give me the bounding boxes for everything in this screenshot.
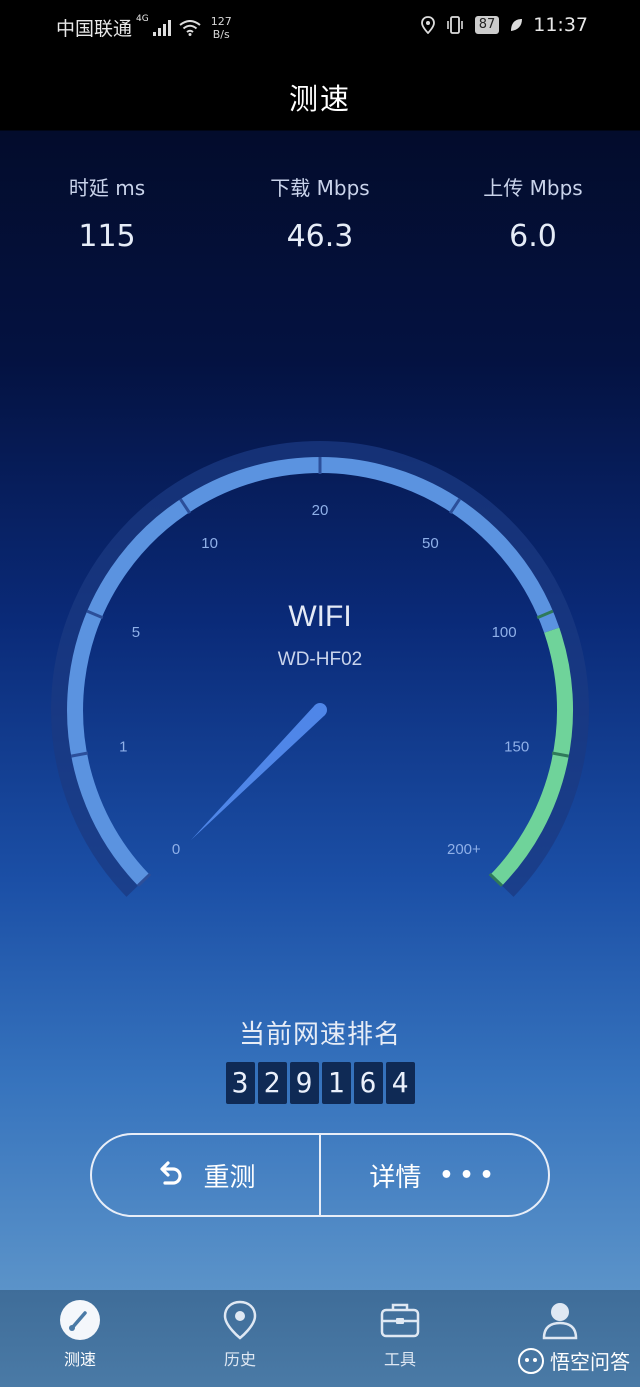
nav-label-speedtest: 测速 (63, 1350, 96, 1369)
gauge-tick-label: 20 (312, 502, 329, 519)
gauge-tick-label: 1 (119, 738, 127, 755)
rank-digit: 3 (225, 1062, 255, 1104)
signal-icon (152, 19, 171, 36)
rank-digit: 4 (385, 1062, 415, 1104)
status-bar: 中国联通 4G 127 B/s 87 11:37 (0, 0, 640, 56)
toolbox-icon (380, 1303, 420, 1338)
network-type: 4G (136, 14, 149, 24)
speed-metrics: 时延 ms 115 下载 Mbps 46.3 上传 Mbps 6.0 (0, 172, 640, 272)
net-speed-unit: B/s (212, 27, 230, 41)
latency-value: 115 (78, 219, 136, 254)
details-label: 详情 (369, 1162, 422, 1193)
gauge-tick-label: 10 (201, 535, 218, 552)
undo-arrow-icon (160, 1161, 183, 1185)
status-left: 中国联通 4G 127 B/s (56, 14, 232, 41)
speed-gauge: 0 1 5 10 20 50 100 150 200+ WIFI WD-HF02 (51, 441, 589, 897)
nav-label-tools: 工具 (383, 1350, 416, 1369)
status-right: 87 11:37 (420, 14, 588, 36)
ssid-label: WD-HF02 (278, 649, 362, 670)
rank-title: 当前网速排名 (238, 1020, 401, 1050)
upload-label: 上传 Mbps (483, 176, 583, 200)
nav-item-speedtest[interactable]: 测速 (25, 1298, 135, 1370)
gauge-tick-label: 0 (172, 841, 180, 858)
gauge-arc-blue (67, 457, 560, 886)
wifi-icon (179, 19, 201, 36)
download-value: 46.3 (286, 219, 354, 254)
upload-value: 6.0 (509, 219, 557, 254)
nav-item-profile[interactable] (505, 1298, 615, 1346)
latency-label: 时延 ms (68, 176, 146, 200)
gauge-tick-label: 150 (504, 738, 529, 755)
network-type-label: WIFI (288, 600, 351, 633)
latency-metric: 时延 ms 115 (27, 172, 187, 254)
rank-digits: 3 2 9 1 6 4 (0, 1062, 640, 1104)
more-dots-icon: ••• (439, 1162, 500, 1188)
rank-digit: 1 (321, 1062, 351, 1104)
carrier-name: 中国联通 (56, 18, 133, 40)
upload-metric: 上传 Mbps 6.0 (453, 172, 613, 254)
wukong-logo-icon (518, 1347, 544, 1374)
details-button[interactable]: 详情 ••• (321, 1135, 548, 1215)
gauge-tick-label: 200+ (447, 841, 481, 858)
rank-digit: 6 (353, 1062, 383, 1104)
battery-icon: 87 (474, 16, 500, 34)
speedometer-icon (60, 1300, 100, 1340)
action-button-group: 重测 详情 ••• (90, 1133, 550, 1217)
clock: 11:37 (533, 14, 588, 36)
gauge-tick-label: 100 (492, 624, 517, 641)
location-icon (420, 16, 435, 34)
download-label: 下载 Mbps (270, 176, 370, 200)
watermark: 悟空问答 (518, 1346, 630, 1375)
rank-digit: 9 (289, 1062, 319, 1104)
location-pin-icon (223, 1300, 257, 1340)
nav-item-tools[interactable]: 工具 (345, 1298, 455, 1370)
page-title: 测速 (288, 82, 351, 116)
needle-tip (313, 703, 327, 717)
gauge-tick-label: 5 (132, 624, 140, 641)
watermark-text: 悟空问答 (550, 1350, 630, 1374)
vibrate-icon (446, 16, 463, 34)
rank-digit: 2 (257, 1062, 287, 1104)
leaf-icon (511, 19, 523, 31)
net-speed-value: 127 (210, 14, 232, 28)
user-icon (542, 1303, 578, 1340)
gauge-needle (191, 705, 325, 840)
nav-item-history[interactable]: 历史 (185, 1298, 295, 1370)
gauge-tick-labels: 0 1 5 10 20 50 100 150 200+ (119, 502, 529, 858)
retest-button[interactable]: 重测 (92, 1135, 319, 1215)
retest-label: 重测 (203, 1162, 256, 1193)
download-metric: 下载 Mbps 46.3 (240, 172, 400, 254)
gauge-tick-label: 50 (422, 535, 439, 552)
net-speed: 127 B/s (211, 15, 232, 41)
nav-label-history: 历史 (223, 1350, 256, 1369)
bottom-nav: 测速 历史 工具 悟空问答 (0, 1290, 640, 1387)
